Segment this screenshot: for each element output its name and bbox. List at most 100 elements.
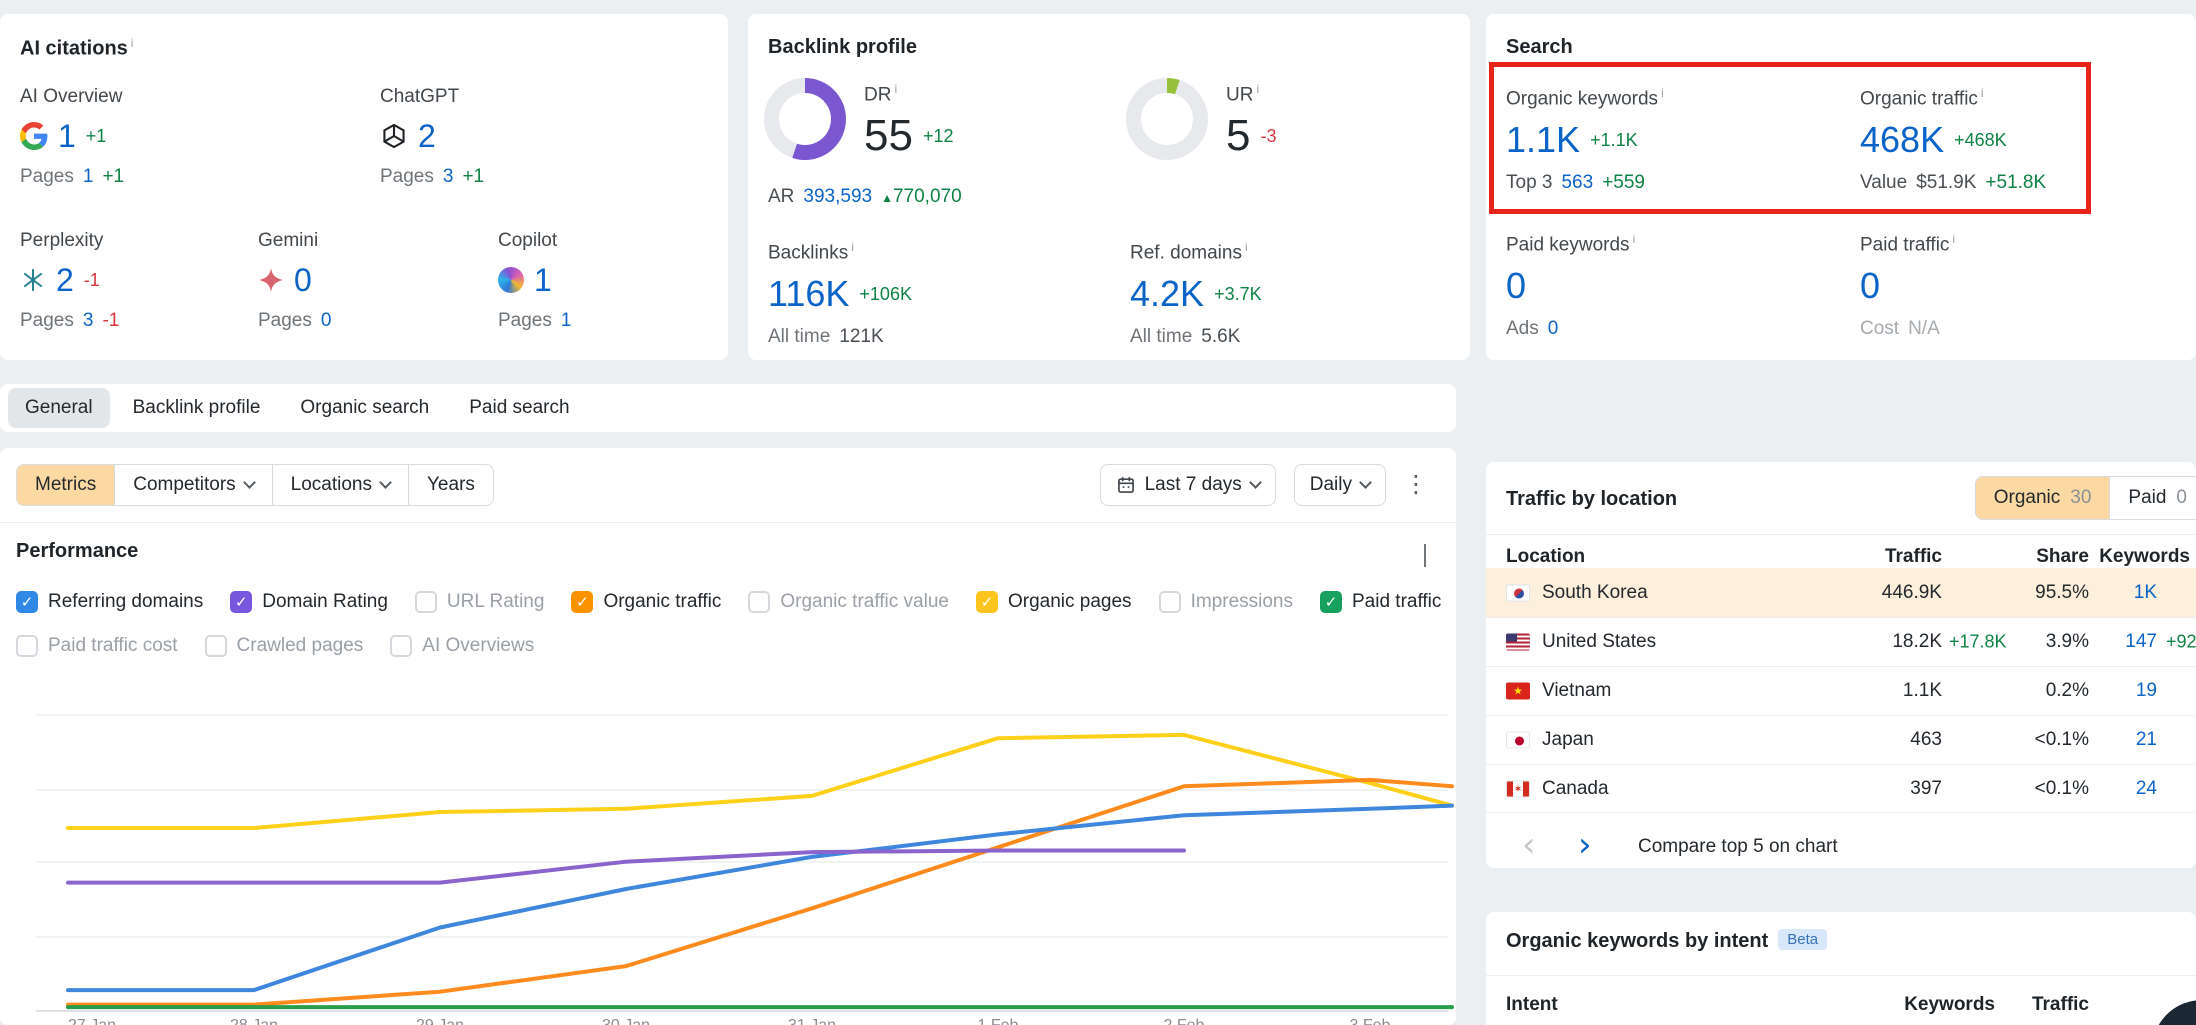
metric-toggle-paid-traffic-cost[interactable]: Paid traffic cost	[16, 635, 178, 657]
location-row-south-korea[interactable]: South Korea446.9K95.5%1K	[1486, 568, 2196, 617]
info-icon[interactable]: i	[1245, 240, 1248, 254]
pages-count[interactable]: 3	[83, 310, 94, 332]
metric-toggle-url-rating[interactable]: URL Rating	[415, 591, 545, 613]
toggle-paid[interactable]: Paid0	[2109, 476, 2196, 520]
more-options-icon[interactable]: ⋮	[1404, 473, 1428, 497]
checkbox-unchecked-icon[interactable]	[415, 591, 437, 613]
info-icon[interactable]: i	[1952, 232, 1955, 246]
keywords-count[interactable]: 24	[2136, 778, 2157, 800]
stat-gemini: Gemini 0 Pages0	[258, 230, 331, 332]
next-page-button[interactable]: ›	[1578, 828, 1592, 862]
location-row-canada[interactable]: ✶Canada397<0.1%24	[1486, 764, 2196, 813]
share-value: 0.2%	[2046, 680, 2089, 702]
dr-value: 55	[864, 114, 913, 158]
metric-label: AI Overviews	[422, 635, 534, 657]
metric-toggle-organic-pages[interactable]: ✓Organic pages	[976, 591, 1132, 613]
metric-toggle-organic-traffic-value[interactable]: Organic traffic value	[748, 591, 949, 613]
location-row-united-states[interactable]: United States18.2K+17.8K3.9%147+92	[1486, 617, 2196, 666]
pages-count[interactable]: 1	[83, 166, 94, 188]
metric-toggle-organic-traffic[interactable]: ✓Organic traffic	[571, 591, 721, 613]
tab-backlink-profile[interactable]: Backlink profile	[116, 388, 278, 428]
info-icon[interactable]: i	[1981, 86, 1984, 100]
gemini-count[interactable]: 0	[294, 264, 312, 296]
metric-toggles-row-2: Paid traffic cost Crawled pages AI Overvie…	[16, 635, 534, 657]
keywords-count[interactable]: 21	[2136, 729, 2157, 751]
dashboard-page: { "ai_citations": { "title": "AI citatio…	[0, 0, 2196, 1025]
tab-paid-search[interactable]: Paid search	[452, 388, 586, 428]
metric-label: URL Rating	[447, 591, 545, 613]
keywords-count[interactable]: 147	[2125, 631, 2157, 653]
checkbox-unchecked-icon[interactable]	[16, 635, 38, 657]
checkbox-checked-icon[interactable]: ✓	[976, 591, 998, 613]
organic-traffic-value[interactable]: 468K	[1860, 122, 1944, 158]
copilot-count[interactable]: 1	[534, 264, 552, 296]
ads-count[interactable]: 0	[1548, 318, 1559, 340]
top3-value[interactable]: 563	[1561, 172, 1593, 194]
dr-donut	[764, 78, 846, 160]
x-axis-tick-label: 2 Feb	[1164, 1017, 1205, 1025]
chevron-down-icon	[243, 476, 256, 489]
tab-general[interactable]: General	[8, 388, 110, 428]
location-row-japan[interactable]: Japan463<0.1%21	[1486, 715, 2196, 764]
metrics-button[interactable]: Metrics	[16, 464, 115, 506]
chatgpt-count[interactable]: 2	[418, 120, 436, 152]
prev-page-button[interactable]: ‹	[1522, 828, 1536, 862]
divider	[1486, 975, 2196, 976]
paid-keywords-value[interactable]: 0	[1506, 268, 1526, 304]
checkbox-checked-icon[interactable]: ✓	[571, 591, 593, 613]
metric-label: Domain Rating	[262, 591, 388, 613]
checkbox-checked-icon[interactable]: ✓	[230, 591, 252, 613]
location-name: Vietnam	[1542, 680, 1611, 702]
date-range-dropdown[interactable]: Last 7 days	[1100, 464, 1276, 506]
checkbox-unchecked-icon[interactable]	[1159, 591, 1181, 613]
pages-count[interactable]: 1	[561, 310, 572, 332]
info-icon[interactable]: i	[894, 82, 897, 96]
chart-controls: Last 7 days Daily ⋮	[1100, 464, 1428, 506]
x-axis-tick-label: 29 Jan	[416, 1017, 464, 1025]
stat-paid-traffic: Paid traffici 0 CostN/A	[1860, 232, 1955, 340]
info-icon[interactable]: i	[1256, 82, 1259, 96]
tab-organic-search[interactable]: Organic search	[283, 388, 446, 428]
checkbox-unchecked-icon[interactable]	[390, 635, 412, 657]
collapse-section-button[interactable]	[1424, 544, 1426, 566]
metric-toggle-ai-overviews[interactable]: AI Overviews	[390, 635, 534, 657]
metric-toggle-referring-domains[interactable]: ✓ Referring domains	[16, 591, 203, 613]
pages-count[interactable]: 3	[443, 166, 454, 188]
info-icon[interactable]: i	[131, 36, 134, 50]
ref-domains-value[interactable]: 4.2K	[1130, 276, 1204, 312]
x-axis-tick-label: 31 Jan	[788, 1017, 836, 1025]
metric-toggle-domain-rating[interactable]: ✓ Domain Rating	[230, 591, 388, 613]
stat-chatgpt: ChatGPT 2 Pages3+1	[380, 86, 484, 188]
paid-traffic-value[interactable]: 0	[1860, 268, 1880, 304]
info-icon[interactable]: i	[1661, 86, 1664, 100]
traffic-by-location-panel: Traffic by location Organic30 Paid0 Loca…	[1486, 462, 2196, 868]
info-icon[interactable]: i	[1633, 232, 1636, 246]
organic-keywords-value[interactable]: 1.1K	[1506, 122, 1580, 158]
keywords-count[interactable]: 1K	[2134, 582, 2157, 604]
locations-dropdown[interactable]: Locations	[272, 464, 409, 506]
perplexity-count[interactable]: 2	[56, 264, 74, 296]
pages-count[interactable]: 0	[321, 310, 332, 332]
toggle-organic[interactable]: Organic30	[1975, 476, 2111, 520]
checkbox-unchecked-icon[interactable]	[205, 635, 227, 657]
metric-toggle-crawled-pages[interactable]: Crawled pages	[205, 635, 364, 657]
checkbox-unchecked-icon[interactable]	[748, 591, 770, 613]
location-row-vietnam[interactable]: ★Vietnam1.1K0.2%19	[1486, 666, 2196, 715]
keywords-by-intent-title: Organic keywords by intentBeta	[1506, 930, 1827, 953]
keywords-count[interactable]: 19	[2136, 680, 2157, 702]
metric-toggle-paid-traffic[interactable]: ✓Paid traffic	[1320, 591, 1441, 613]
compare-top5-button[interactable]: Compare top 5 on chart	[1638, 836, 1838, 858]
competitors-dropdown[interactable]: Competitors	[114, 464, 272, 506]
checkbox-checked-icon[interactable]: ✓	[16, 591, 38, 613]
x-axis-tick-label: 1 Feb	[978, 1017, 1019, 1025]
metric-label: Referring domains	[48, 591, 203, 613]
checkbox-checked-icon[interactable]: ✓	[1320, 591, 1342, 613]
metric-toggle-impressions[interactable]: Impressions	[1159, 591, 1293, 613]
backlinks-value[interactable]: 116K	[768, 276, 849, 312]
ai-overview-count[interactable]: 1	[58, 120, 76, 152]
info-icon[interactable]: i	[851, 240, 854, 254]
years-button[interactable]: Years	[408, 464, 494, 506]
column-header-keywords: Keywords	[2099, 546, 2190, 568]
ar-value[interactable]: 393,593	[803, 186, 872, 208]
granularity-dropdown[interactable]: Daily	[1294, 464, 1386, 506]
